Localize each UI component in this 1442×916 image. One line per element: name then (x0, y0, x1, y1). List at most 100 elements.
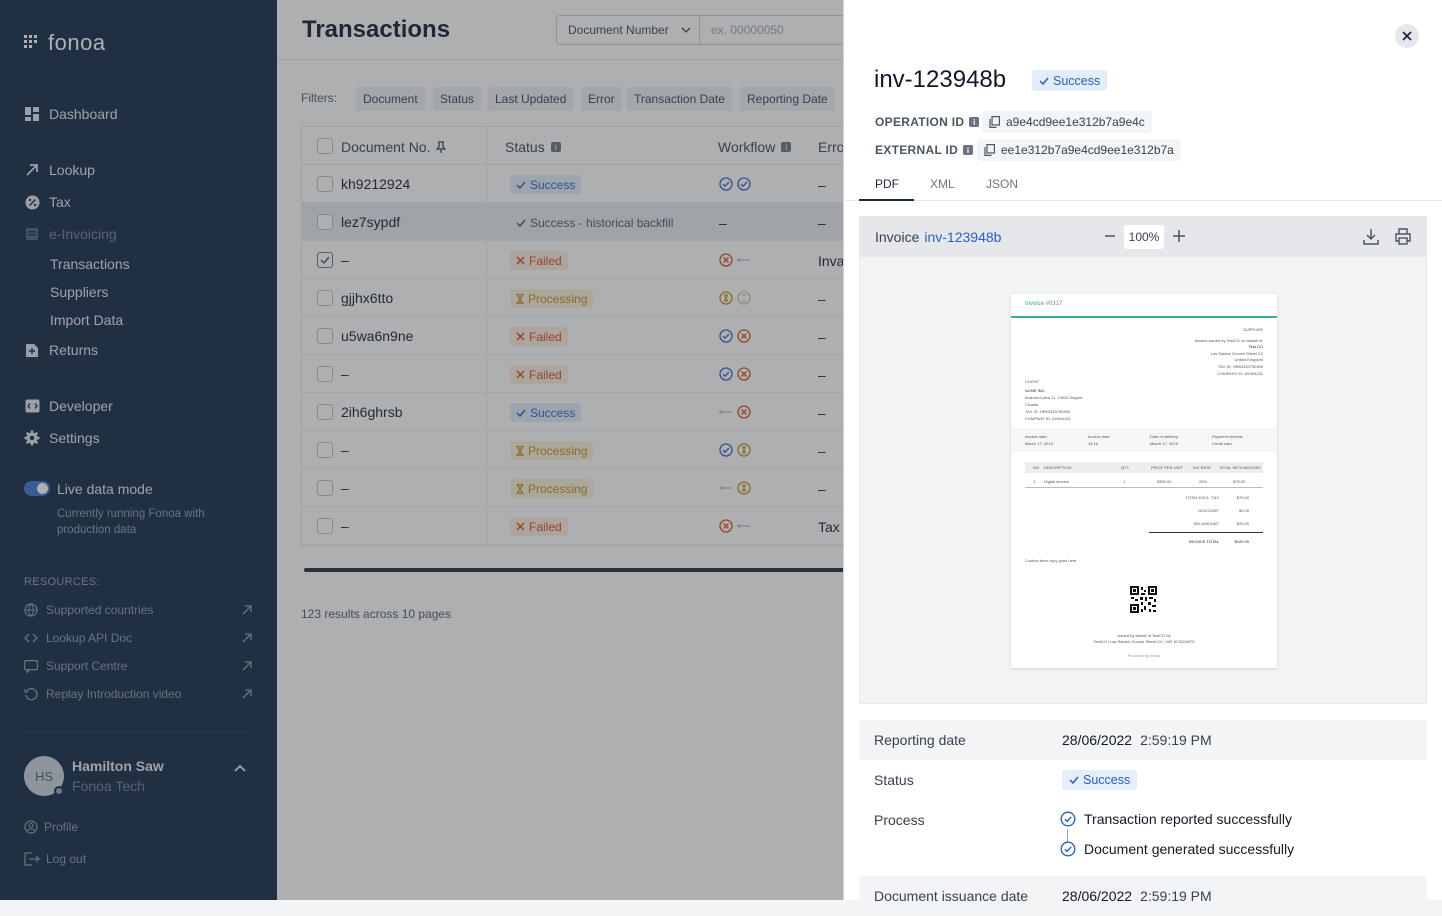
total-value: $0.00 (1238, 508, 1249, 513)
invoice-th: NO. (1033, 465, 1041, 470)
meta-label: Invoice date: (1025, 434, 1048, 439)
total-label: TAX AMOUNT (1193, 521, 1219, 526)
external-id-text: ee1e312b7a9e4cd9ee1e312b7a (1001, 143, 1174, 157)
meta-label: Payment method: (1212, 434, 1244, 439)
pdf-viewer: Invoice inv-123948b 100% Invoice #0317 SU… (859, 216, 1427, 704)
info-icon[interactable]: i (963, 145, 974, 155)
client-line: TAX ID: HR63433750469 (1025, 409, 1071, 414)
meta-value: Credit card (1212, 441, 1232, 446)
detail-label: Document issuance date (874, 888, 1029, 904)
check-circle-icon (1060, 841, 1076, 857)
invoice-note: Custom term copy goes here (1025, 558, 1077, 563)
operation-id-label-text: OPERATION ID (875, 115, 965, 129)
detail-status: Status Success (859, 760, 1427, 800)
invoice-th: DESCRIPTION (1044, 465, 1072, 470)
supplier-line: Test CO (1248, 344, 1263, 349)
pdf-title-label: Invoice (875, 229, 920, 245)
total-value: $75.00 (1236, 495, 1249, 500)
copy-icon (989, 116, 1000, 128)
process-step: Transaction reported successfully (1060, 811, 1292, 827)
detail-reporting-date: Reporting date 28/06/2022 2:59:19 PM (859, 720, 1427, 760)
invoice-td: 1 (1033, 479, 1036, 484)
close-icon (1402, 31, 1412, 41)
reporting-date-value: 28/06/2022 (1062, 732, 1133, 748)
print-icon[interactable] (1395, 228, 1411, 245)
close-button[interactable] (1395, 24, 1419, 48)
active-tab-indicator (859, 199, 914, 201)
status-badge-label: Success (1083, 773, 1131, 787)
process-step: Document generated successfully (1060, 841, 1294, 857)
tab-pdf[interactable]: PDF (875, 177, 899, 191)
invoice-header: Invoice #0317 (1011, 294, 1277, 318)
supplier-line: United Kingdom (1234, 357, 1263, 362)
check-icon (1039, 77, 1049, 85)
detail-value: 28/06/2022 2:59:19 PM (1062, 888, 1212, 904)
meta-label: Invoice time: (1088, 434, 1111, 439)
qr-code-icon (1130, 586, 1157, 613)
invoice-th: QTY (1121, 465, 1130, 470)
external-id-label-text: EXTERNAL ID (875, 143, 959, 157)
total-label: DISCOUNT (1198, 508, 1219, 513)
invoice-td: $75.00 (1233, 479, 1246, 484)
total-label: INVOICE TOTAL (1188, 539, 1219, 544)
detail-value: 28/06/2022 2:59:19 PM (1062, 732, 1212, 748)
invoice-td: 25% (1199, 479, 1208, 484)
invoice-th: PRICE PER UNIT (1151, 465, 1184, 470)
totals-line (1149, 532, 1263, 533)
invoice-number: #0317 (1045, 301, 1063, 307)
client-title: CLIENT (1025, 379, 1040, 384)
transaction-detail-panel: inv-123948b Success OPERATION ID i a9e4c… (843, 0, 1442, 916)
pdf-title: Invoice inv-123948b (875, 229, 1001, 245)
process-step-label: Document generated successfully (1084, 841, 1295, 857)
process-step-label: Transaction reported successfully (1084, 811, 1293, 827)
tab-xml[interactable]: XML (930, 177, 955, 191)
invoice-td: $300.00 (1157, 479, 1172, 484)
invoice-title: inv-123948b (874, 66, 1007, 93)
supplier-title: SUPPLIER (1243, 327, 1263, 332)
check-icon (1069, 776, 1079, 784)
issuance-date-value: 28/06/2022 (1062, 888, 1133, 904)
operation-id-text: a9e4cd9ee1e312b7a9e4c (1006, 115, 1145, 129)
total-value: $25.00 (1236, 521, 1249, 526)
external-id-value[interactable]: ee1e312b7a9e4cd9ee1e312b7a (977, 139, 1181, 161)
client-line: Croatia (1025, 402, 1038, 407)
detail-issuance-date: Document issuance date 28/06/2022 2:59:19… (859, 876, 1427, 916)
zoom-level[interactable]: 100% (1124, 225, 1164, 249)
zoom-in-button[interactable] (1172, 229, 1186, 243)
pdf-doc-link[interactable]: inv-123948b (924, 229, 1001, 245)
detail-label: Process (874, 812, 925, 828)
detail-label: Status (874, 772, 914, 788)
invoice-powered-by: Powered by fonoa (1127, 653, 1161, 658)
client-line: COMPANY ID: AX454131 (1025, 416, 1071, 421)
invoice-footer-line: TestCO / Las Santos Groove Street C2 / V… (1093, 639, 1195, 644)
supplier-line: TAX ID: HR63433750469 (1217, 364, 1263, 369)
meta-value: March 17, 2019 (1025, 441, 1053, 446)
invoice-td: Digital service (1044, 479, 1069, 484)
status-badge-label: Success (1053, 73, 1101, 88)
client-line: Bulevard ulica 11, 10000 Zagreb (1025, 395, 1083, 400)
invoice-header-label: Invoice (1025, 301, 1045, 307)
detail-label: Reporting date (874, 732, 966, 748)
external-id-label: EXTERNAL ID i (875, 143, 974, 157)
invoice-th: TOTAL WITH AMOUNT (1219, 465, 1261, 470)
operation-id-label: OPERATION ID i (875, 115, 980, 129)
client-line: ACME INC. (1025, 388, 1046, 393)
copy-icon (984, 144, 995, 156)
check-circle-icon (1060, 811, 1076, 827)
supplier-line: COMPANY ID: AX454131 (1217, 371, 1263, 376)
tab-json[interactable]: JSON (986, 177, 1018, 191)
reporting-time-value: 2:59:19 PM (1140, 732, 1212, 748)
status-badge: Success (1062, 770, 1138, 790)
zoom-out-button[interactable] (1104, 229, 1116, 243)
meta-value: 14:16 (1088, 441, 1099, 446)
tabs-divider (844, 200, 1442, 201)
pdf-toolbar: Invoice inv-123948b 100% (860, 217, 1426, 257)
operation-id-value[interactable]: a9e4cd9ee1e312b7a9e4c (982, 111, 1152, 133)
meta-label: Date of delivery: (1150, 434, 1179, 439)
total-value: $100.00 (1234, 539, 1249, 544)
download-icon[interactable] (1363, 228, 1379, 245)
info-icon[interactable]: i (969, 117, 980, 127)
total-label: TOTAL EXCL. TAX (1185, 495, 1219, 500)
invoice-row-line (1025, 487, 1263, 488)
issuance-time-value: 2:59:19 PM (1140, 888, 1212, 904)
